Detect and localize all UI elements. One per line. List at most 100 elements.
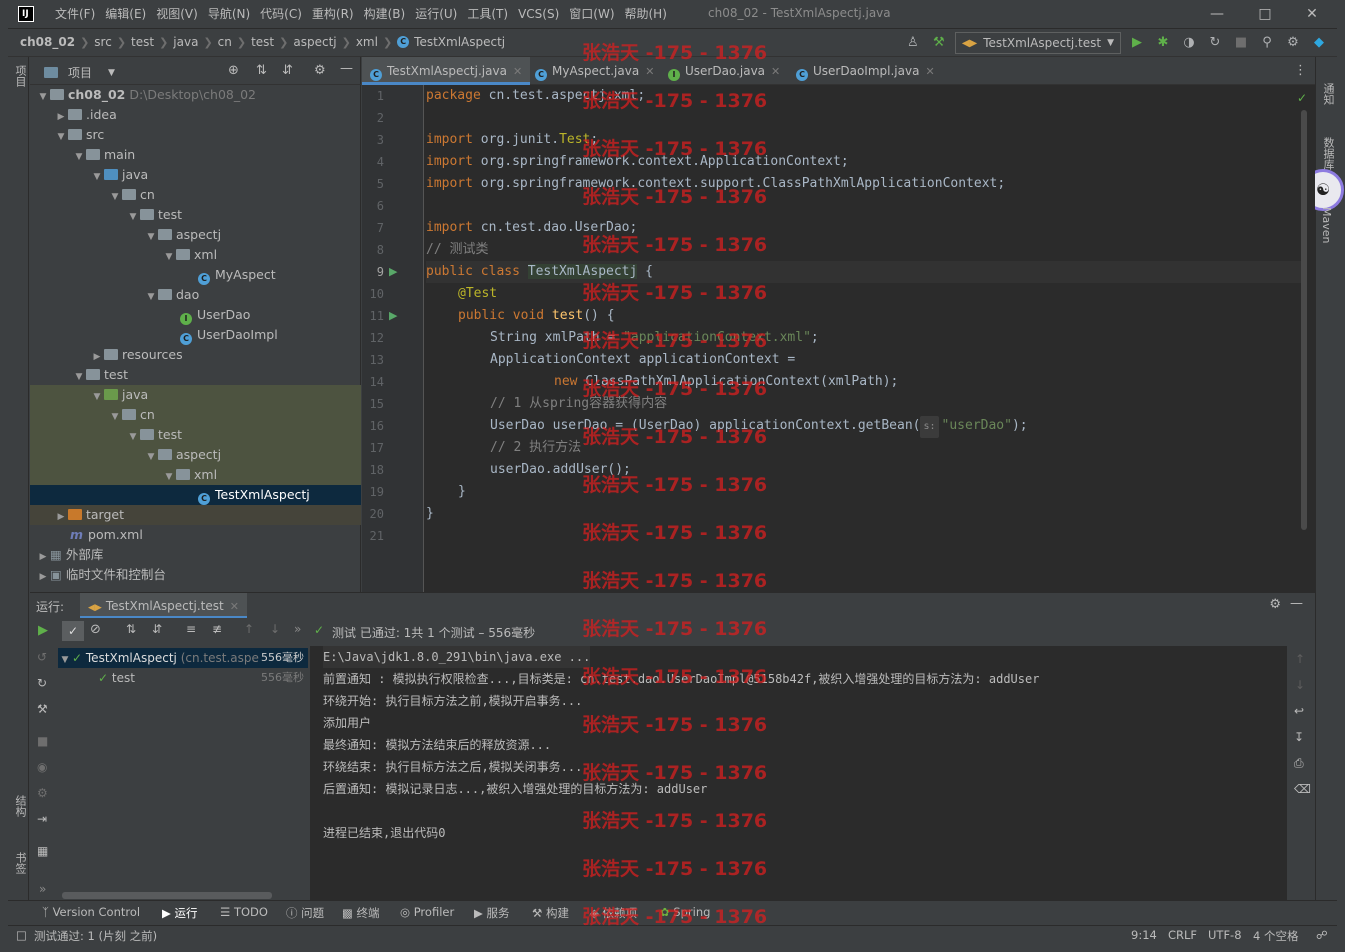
tool-tab-terminal[interactable]: ▩ 终端	[342, 905, 380, 921]
tree-item-main-test[interactable]: ▼ test	[30, 205, 361, 225]
layout-icon[interactable]: ▦	[37, 844, 48, 858]
rerun-failed-icon[interactable]: ↺	[37, 650, 47, 664]
stripe-project-tab[interactable]: 项目	[12, 65, 28, 87]
sort-duration-icon[interactable]: ⇵	[152, 622, 162, 636]
rerun-icon[interactable]: ▶	[38, 623, 48, 638]
close-icon[interactable]: ✕	[513, 65, 522, 78]
close-icon[interactable]: ✕	[925, 65, 934, 78]
tree-item-dao[interactable]: ▼ dao	[30, 285, 361, 305]
tree-item-userdao[interactable]: I UserDao	[30, 305, 361, 325]
menu-build[interactable]: 构建(B)	[359, 6, 411, 22]
collapse-all-icon[interactable]: ⇵	[282, 63, 293, 78]
settings-icon[interactable]: ⚙	[37, 786, 48, 800]
test-suite-row[interactable]: ▼ ✓ TestXmlAspectj (cn.test.aspe 556毫秒	[58, 648, 308, 668]
status-message[interactable]: 测试通过: 1 (片刻 之前)	[34, 928, 157, 944]
minimize-button[interactable]: —	[1194, 4, 1240, 24]
soft-wrap-icon[interactable]: ↩	[1294, 704, 1304, 718]
status-panel-icon[interactable]: □	[16, 928, 27, 942]
gear-icon[interactable]: ⚙	[314, 63, 326, 78]
lock-icon[interactable]: ☍	[1316, 928, 1328, 942]
menu-run[interactable]: 运行(U)	[410, 6, 462, 22]
trash-icon[interactable]: ⌫	[1294, 782, 1311, 796]
tree-item-test-cn[interactable]: ▼ cn	[30, 405, 361, 425]
scroll-up-icon[interactable]: ↑	[1295, 652, 1305, 666]
breadcrumb-project[interactable]: ch08_02	[20, 35, 75, 49]
scroll-to-end-icon[interactable]: ↧	[1294, 730, 1304, 744]
tab-userdao[interactable]: I UserDao.java ✕	[660, 57, 788, 85]
menu-edit[interactable]: 编辑(E)	[100, 6, 151, 22]
gear-icon[interactable]: ⚙	[1269, 597, 1281, 612]
stripe-structure-tab[interactable]: 结构	[12, 795, 28, 817]
code-editor[interactable]: 1 2 3 4 5 6 7 8 9 10 11 12 13 14 15 16 1…	[362, 85, 1315, 592]
prev-failed-icon[interactable]: ↑	[244, 622, 254, 636]
tool-tab-build[interactable]: ⚒ 构建	[532, 905, 569, 921]
tab-userdaoimpl[interactable]: C UserDaoImpl.java ✕	[788, 57, 943, 85]
tree-item-target[interactable]: ▶ target	[30, 505, 361, 525]
profile-icon[interactable]: ↻	[1205, 33, 1225, 53]
user-icon[interactable]: ♙	[903, 33, 923, 53]
tree-item-resources[interactable]: ▶ resources	[30, 345, 361, 365]
run-test-icon[interactable]: ▶	[389, 309, 403, 323]
tool-tab-version-control[interactable]: ᛉ Version Control	[42, 905, 140, 919]
breadcrumb-cn[interactable]: cn	[218, 35, 232, 49]
menu-code[interactable]: 代码(C)	[255, 6, 307, 22]
chevron-down-icon[interactable]: ▼	[108, 68, 115, 78]
tool-tab-dependencies[interactable]: ◈ 依赖项	[590, 905, 637, 921]
tree-item-external-libraries[interactable]: ▶ ▦ 外部库	[30, 545, 361, 565]
test-case-row[interactable]: ✓ test 556毫秒	[98, 668, 308, 688]
tree-item-test-test[interactable]: ▼ test	[30, 425, 361, 445]
caret-position[interactable]: 9:14	[1131, 928, 1157, 942]
line-separator[interactable]: CRLF	[1168, 928, 1197, 942]
tool-tab-spring[interactable]: ✿ Spring	[660, 905, 710, 919]
show-passed-toggle[interactable]: ✓	[62, 621, 84, 641]
tool-tab-todo[interactable]: ☰ TODO	[220, 905, 268, 919]
indent-setting[interactable]: 4 个空格	[1253, 928, 1298, 944]
wrench-icon[interactable]: ⚒	[37, 702, 48, 716]
show-ignored-icon[interactable]: ⊘	[90, 622, 101, 637]
tree-item-test-java[interactable]: ▼ java	[30, 385, 361, 405]
more-tabs-icon[interactable]: ⋮	[1294, 63, 1307, 78]
print-icon[interactable]: ⎙	[1294, 756, 1304, 771]
menu-refactor[interactable]: 重构(R)	[307, 6, 359, 22]
menu-view[interactable]: 视图(V)	[151, 6, 203, 22]
breadcrumb-test[interactable]: test	[131, 35, 154, 49]
next-failed-icon[interactable]: ↓	[270, 622, 280, 636]
close-window-button[interactable]: ✕	[1289, 4, 1335, 24]
toggle-auto-test-icon[interactable]: ↻	[37, 676, 47, 690]
search-icon[interactable]: ⚲	[1257, 33, 1277, 53]
tool-tab-services[interactable]: ▶ 服务	[474, 905, 510, 921]
stop-icon[interactable]: ■	[37, 734, 48, 748]
gear-icon[interactable]: ⚙	[1283, 33, 1303, 53]
tree-item-main-cn[interactable]: ▼ cn	[30, 185, 361, 205]
hide-panel-icon[interactable]: —	[1290, 596, 1303, 611]
tree-item-idea[interactable]: ▶ .idea	[30, 105, 361, 125]
tree-item-scratches[interactable]: ▶ ▣ 临时文件和控制台	[30, 565, 361, 585]
tool-tab-problems[interactable]: ⓘ 问题	[286, 905, 324, 921]
tab-testxmlaspectj[interactable]: C TestXmlAspectj.java ✕	[362, 57, 531, 85]
tree-item-test-xml[interactable]: ▼ xml	[30, 465, 361, 485]
locate-icon[interactable]: ⊕	[228, 63, 239, 78]
stripe-notifications-tab[interactable]: 通知	[1320, 83, 1336, 105]
tree-item-main-java[interactable]: ▼ java	[30, 165, 361, 185]
breadcrumb-test-pkg[interactable]: test	[251, 35, 274, 49]
menu-tools[interactable]: 工具(T)	[462, 6, 513, 22]
run-icon[interactable]: ▶	[1127, 33, 1147, 53]
menu-help[interactable]: 帮助(H)	[620, 6, 672, 22]
tree-item-testxmlaspectj[interactable]: C TestXmlAspectj	[30, 485, 361, 505]
close-icon[interactable]: ✕	[645, 65, 654, 78]
project-title[interactable]: 项目	[68, 64, 92, 81]
run-class-icon[interactable]: ▶	[389, 265, 403, 279]
more-icon[interactable]: »	[294, 622, 301, 636]
sort-alpha-icon[interactable]: ⇅	[126, 622, 136, 636]
tab-myaspect[interactable]: C MyAspect.java ✕	[527, 57, 662, 85]
tree-item-pom[interactable]: m pom.xml	[30, 525, 361, 545]
camera-icon[interactable]: ◉	[37, 760, 47, 774]
collapse-all-icon[interactable]: ≢	[212, 622, 222, 636]
coverage-icon[interactable]: ◑	[1179, 33, 1199, 53]
more-icon[interactable]: »	[39, 882, 46, 896]
file-encoding[interactable]: UTF-8	[1208, 928, 1242, 942]
inspection-ok-icon[interactable]: ✓	[1297, 91, 1307, 105]
debug-icon[interactable]: ✱	[1153, 33, 1173, 53]
horizontal-scrollbar[interactable]	[62, 892, 272, 899]
menu-window[interactable]: 窗口(W)	[564, 6, 619, 22]
